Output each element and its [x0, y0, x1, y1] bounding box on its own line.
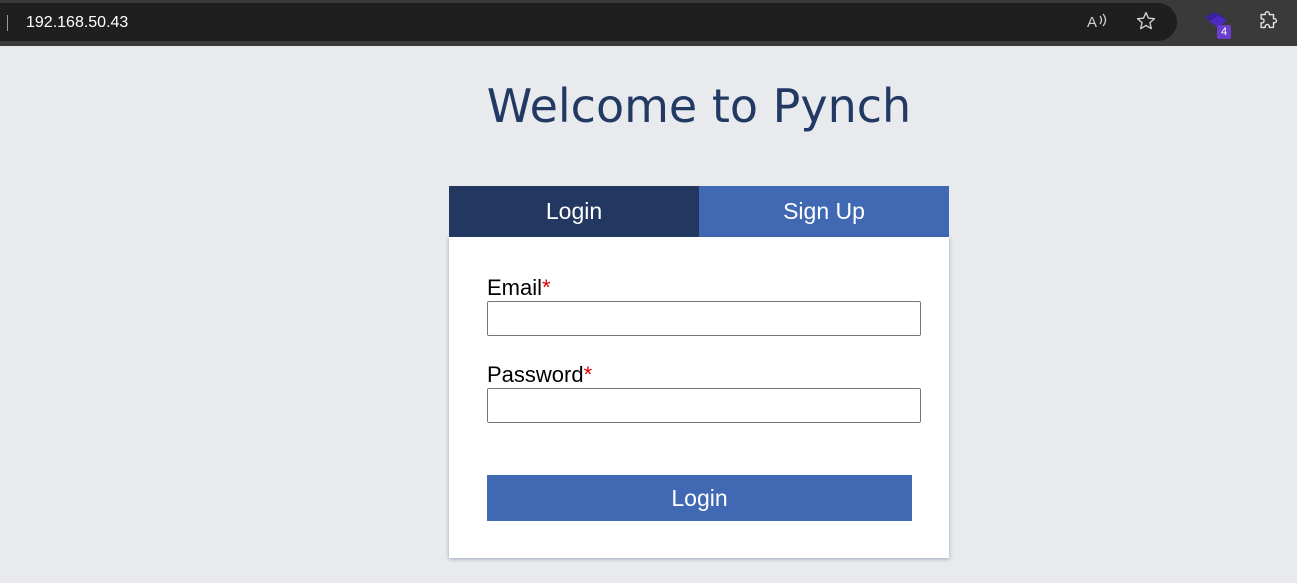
- extensions-puzzle-icon[interactable]: [1257, 10, 1279, 32]
- extension-badge: 4: [1217, 25, 1231, 39]
- page-title: Welcome to Pynch: [486, 79, 912, 133]
- browser-toolbar: 192.168.50.43 A 4: [0, 0, 1297, 46]
- password-field[interactable]: [487, 388, 921, 423]
- address-text[interactable]: 192.168.50.43: [26, 14, 128, 32]
- favorite-star-icon[interactable]: [1135, 10, 1157, 32]
- email-label-text: Email: [487, 275, 543, 300]
- auth-tabs: Login Sign Up: [449, 186, 949, 237]
- address-bar[interactable]: 192.168.50.43: [0, 3, 1177, 41]
- extension-icon[interactable]: 4: [1203, 10, 1231, 40]
- read-aloud-icon[interactable]: A: [1086, 11, 1108, 31]
- tab-login[interactable]: Login: [449, 186, 699, 237]
- email-label: Email*: [487, 276, 551, 300]
- password-required-marker: *: [583, 362, 593, 387]
- toolbar-divider: [0, 43, 1297, 46]
- email-required-marker: *: [542, 275, 551, 300]
- address-caret: [7, 15, 8, 31]
- password-label-text: Password: [487, 362, 584, 387]
- tab-sign-up[interactable]: Sign Up: [699, 186, 949, 237]
- password-label: Password*: [487, 363, 592, 387]
- login-form-card: Email* Password* Login: [449, 237, 949, 558]
- login-button[interactable]: Login: [487, 475, 912, 521]
- svg-text:A: A: [1087, 14, 1097, 31]
- email-field[interactable]: [487, 301, 921, 336]
